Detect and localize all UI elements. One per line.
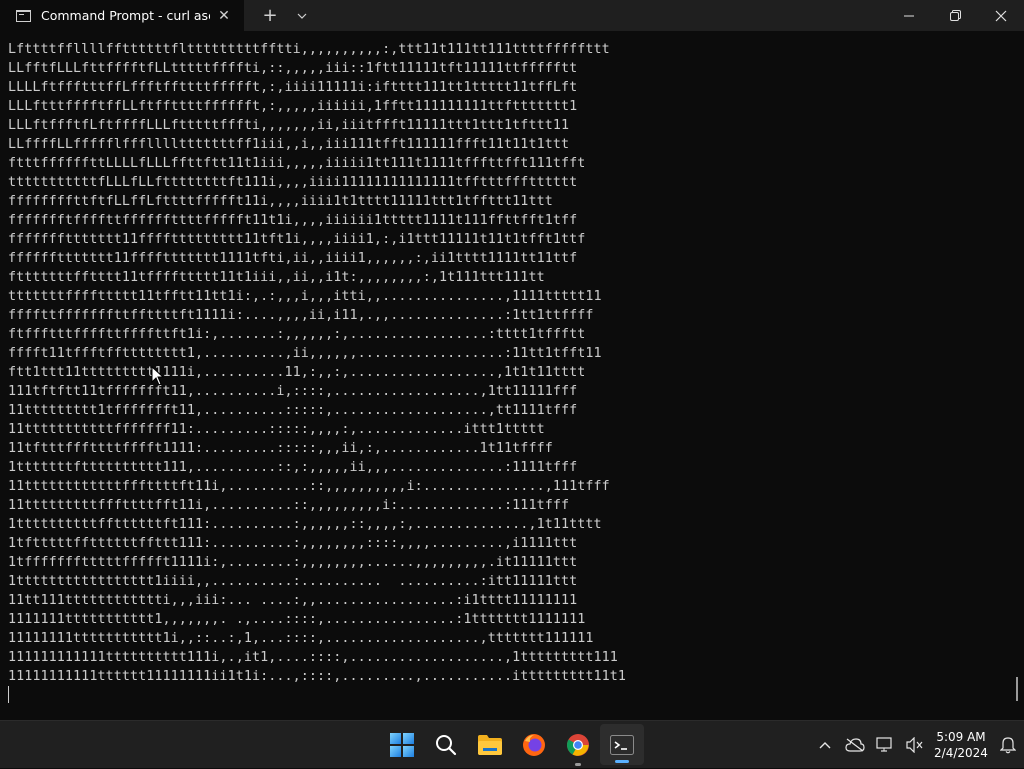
network-icon [876, 737, 892, 752]
clock-date: 2/4/2024 [934, 746, 988, 760]
start-button[interactable] [380, 721, 424, 768]
close-window-button[interactable] [978, 0, 1024, 31]
onedrive-button[interactable] [840, 721, 870, 769]
restore-button[interactable] [932, 0, 978, 31]
file-explorer-button[interactable] [468, 721, 512, 768]
ascii-art-output: Lfttttffllllffttttttfltttttttttfftti,,,,… [8, 42, 627, 684]
folder-icon [478, 734, 502, 755]
title-bar: Command Prompt - curl ascii ✕ + [0, 0, 1024, 31]
clock[interactable]: 5:09 AM 2/4/2024 [930, 729, 992, 761]
minimize-button[interactable] [886, 0, 932, 31]
show-hidden-icons-button[interactable] [810, 721, 840, 769]
close-tab-icon[interactable]: ✕ [210, 2, 238, 30]
volume-button[interactable] [900, 721, 930, 769]
search-button[interactable] [424, 721, 468, 768]
dropdown-button[interactable] [286, 0, 318, 31]
firefox-icon [523, 733, 545, 756]
cmd-icon [16, 9, 31, 22]
system-tray: 5:09 AM 2/4/2024 [810, 721, 1024, 769]
firefox-button[interactable] [512, 721, 556, 768]
clock-time: 5:09 AM [936, 730, 986, 744]
new-tab-button[interactable]: + [254, 0, 286, 31]
bell-icon [1000, 737, 1016, 754]
chrome-icon [567, 733, 589, 756]
chrome-button[interactable] [556, 721, 600, 768]
windows-logo-icon [390, 732, 414, 757]
minimize-icon [904, 15, 914, 16]
chevron-up-icon [819, 742, 831, 749]
active-indicator [615, 760, 629, 763]
chevron-down-icon [297, 13, 307, 19]
network-button[interactable] [870, 721, 900, 769]
close-icon [995, 10, 1007, 21]
cloud-offline-icon [845, 738, 865, 752]
window-controls [886, 0, 1024, 31]
tab-title: Command Prompt - curl ascii [41, 8, 210, 23]
volume-muted-icon [906, 737, 923, 753]
running-indicator [575, 763, 581, 766]
taskbar-apps [380, 721, 644, 769]
scrollbar[interactable] [1016, 677, 1018, 701]
terminal-button[interactable] [600, 724, 644, 765]
mouse-pointer-icon [151, 366, 165, 386]
search-icon [436, 734, 457, 755]
text-caret [8, 686, 9, 703]
terminal-icon [610, 734, 634, 755]
taskbar: 5:09 AM 2/4/2024 [0, 720, 1024, 768]
terminal-tab[interactable]: Command Prompt - curl ascii ✕ [0, 0, 244, 31]
terminal-output[interactable]: Lfttttffllllffttttttfltttttttttfftti,,,,… [0, 31, 1024, 720]
notifications-button[interactable] [992, 721, 1024, 769]
restore-icon [949, 10, 961, 21]
